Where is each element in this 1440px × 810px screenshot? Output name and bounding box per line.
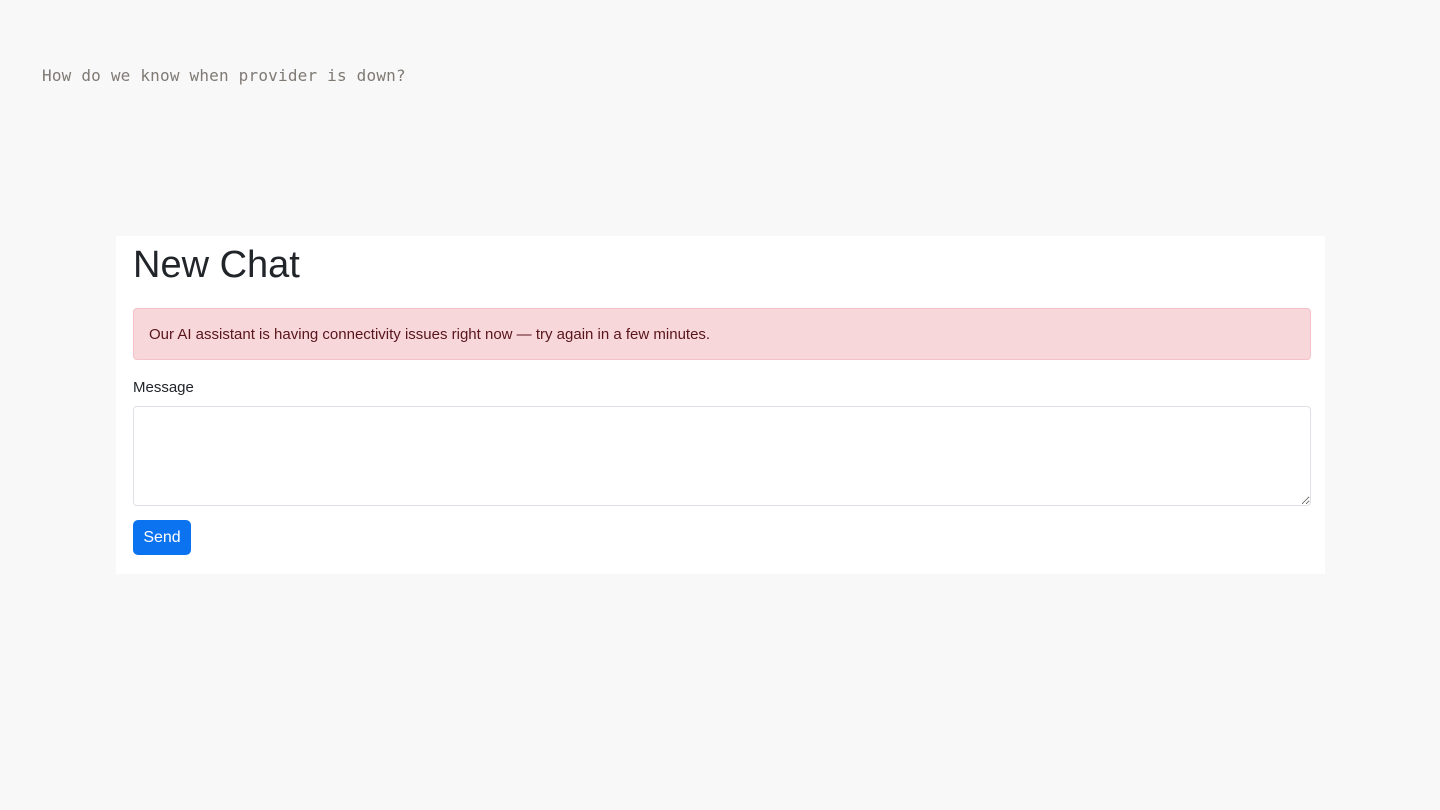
page-title: New Chat (133, 244, 300, 286)
message-input[interactable] (133, 406, 1311, 506)
question-text: How do we know when provider is down? (42, 66, 406, 85)
new-chat-panel: New Chat Our AI assistant is having conn… (116, 236, 1325, 574)
send-button[interactable]: Send (133, 520, 191, 555)
error-alert-text: Our AI assistant is having connectivity … (149, 325, 711, 343)
message-label: Message (133, 379, 194, 396)
error-alert: Our AI assistant is having connectivity … (133, 308, 1311, 360)
